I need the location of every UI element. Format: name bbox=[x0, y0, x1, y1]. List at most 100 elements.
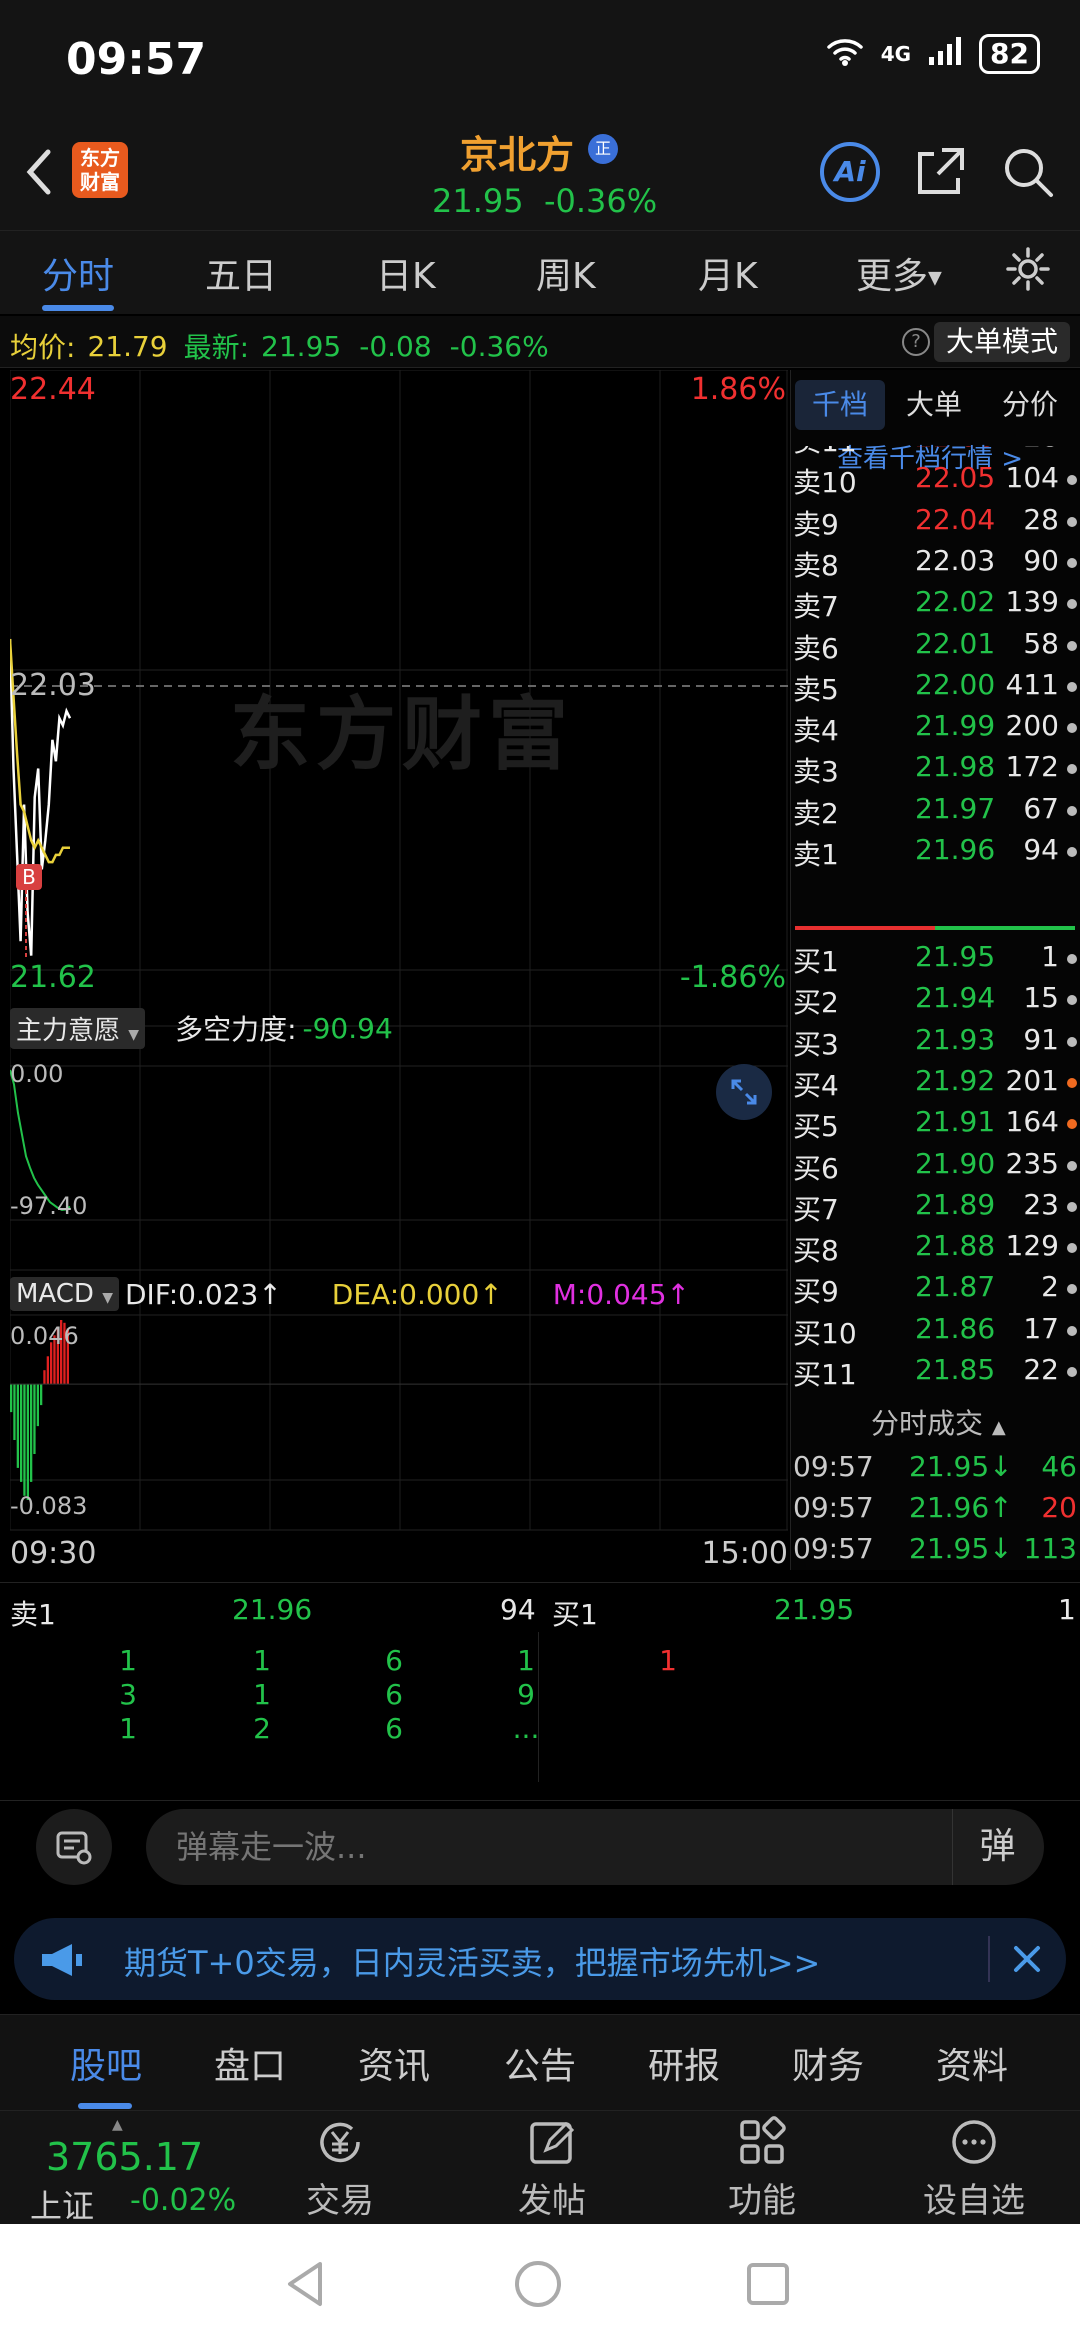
ask-row[interactable]: 卖6 22.01 58 bbox=[791, 627, 1080, 668]
trade-price: 21.96↑ bbox=[909, 1491, 1013, 1524]
ask-price: 22.04 bbox=[915, 502, 996, 536]
bid-row[interactable]: 买10 21.86 17 bbox=[791, 1312, 1080, 1353]
ask-row[interactable]: 卖2 21.97 67 bbox=[791, 792, 1080, 833]
ask-row[interactable]: 卖9 22.04 28 bbox=[791, 503, 1080, 544]
bid-row[interactable]: 买9 21.87 2 bbox=[791, 1270, 1080, 1311]
status-dot-icon bbox=[1067, 1325, 1077, 1336]
ask-price: 22.01 bbox=[915, 626, 996, 660]
search-icon[interactable] bbox=[1000, 144, 1056, 200]
nav-home-icon[interactable] bbox=[512, 2258, 564, 2314]
add-watchlist-label: 设自选 bbox=[923, 2181, 1025, 2221]
bid-price: 21.92 bbox=[915, 1063, 996, 1097]
status-bar: 09:57 4G 82 bbox=[0, 0, 1080, 110]
bid-row[interactable]: 买1 21.95 1 bbox=[791, 940, 1080, 981]
big-order-mode-button[interactable]: 大单模式 bbox=[933, 322, 1070, 362]
close-icon[interactable] bbox=[1004, 1936, 1050, 1986]
ask-row[interactable]: 卖3 21.98 172 bbox=[791, 750, 1080, 791]
help-icon[interactable]: ? bbox=[902, 328, 930, 356]
latest-label: 最新: bbox=[183, 331, 250, 364]
macd-selector[interactable]: MACD ▼ bbox=[10, 1277, 119, 1311]
status-dot-icon bbox=[1067, 434, 1077, 444]
active-info-tab-underline bbox=[78, 2103, 132, 2109]
tab-handicap[interactable]: 盘口 bbox=[214, 2037, 286, 2089]
chart-area[interactable]: 东方财富 22.44 1.86% 22.03 21.62 -1.86% B 主力… bbox=[10, 370, 788, 1571]
ask-row[interactable]: 卖7 22.02 139 bbox=[791, 585, 1080, 626]
ask-row[interactable]: 卖4 21.99 200 bbox=[791, 709, 1080, 750]
tab-month-k[interactable]: 月K bbox=[698, 247, 758, 299]
ask-price: 22.02 bbox=[915, 585, 996, 619]
danmu-send-button[interactable]: 弹 bbox=[952, 1809, 1042, 1885]
macd-bar bbox=[23, 1384, 26, 1496]
buy1-price: 21.95 bbox=[774, 1593, 855, 1626]
status-dot-icon bbox=[1067, 995, 1077, 1006]
ask-row[interactable]: 卖8 22.03 90 bbox=[791, 544, 1080, 585]
bid-row[interactable]: 买4 21.92 201 bbox=[791, 1064, 1080, 1105]
bid-row[interactable]: 买11 21.85 22 bbox=[791, 1353, 1080, 1394]
macd-dea: DEA:0.000↑ bbox=[331, 1277, 503, 1311]
sell1-price: 21.96 bbox=[232, 1593, 313, 1626]
status-icons: 4G 82 bbox=[825, 34, 1040, 74]
settings-gear-icon[interactable] bbox=[1004, 245, 1052, 297]
share-icon[interactable] bbox=[912, 144, 968, 200]
bid-level-label: 买5 bbox=[793, 1110, 839, 1144]
bid-row[interactable]: 买8 21.88 129 bbox=[791, 1229, 1080, 1270]
bid-level-label: 买4 bbox=[793, 1068, 839, 1102]
book-tab-depth[interactable]: 千档 bbox=[795, 380, 885, 430]
caret-up-icon: ▲ bbox=[112, 2117, 123, 2133]
bid-volume: 129 bbox=[1005, 1229, 1059, 1263]
ask-row[interactable]: 卖10 22.05 104 bbox=[791, 461, 1080, 502]
status-dot-icon bbox=[1067, 954, 1077, 964]
tab-day-k[interactable]: 日K bbox=[376, 247, 436, 299]
intent-selector[interactable]: 主力意愿 ▼ bbox=[10, 1007, 146, 1049]
tab-profile[interactable]: 资料 bbox=[936, 2037, 1008, 2089]
ask-row[interactable]: 卖5 22.00 411 bbox=[791, 668, 1080, 709]
promo-banner[interactable]: 期货T+0交易，日内灵活买卖，把握市场先机>> bbox=[14, 1918, 1066, 2000]
x-end-label: 15:00 bbox=[701, 1536, 788, 1571]
tab-intraday[interactable]: 分时 bbox=[42, 247, 114, 299]
danmu-settings-icon[interactable] bbox=[36, 1809, 112, 1885]
order-queue: 1 1 6 1 3 1 6 9 1 2 6... 1 bbox=[0, 1632, 1080, 1782]
bid-row[interactable]: 买7 21.89 23 bbox=[791, 1188, 1080, 1229]
book-tab-price[interactable]: 分价 bbox=[985, 380, 1075, 430]
info-tabs: 股吧 盘口 资讯 公告 研报 财务 资料 bbox=[0, 2014, 1080, 2110]
tab-announcements[interactable]: 公告 bbox=[504, 2037, 576, 2089]
bid-row[interactable]: 买3 21.93 91 bbox=[791, 1023, 1080, 1064]
caret-down-icon: ▼ bbox=[128, 1026, 140, 1043]
sell-queue-cell: ... bbox=[512, 1712, 540, 1745]
bid-row[interactable]: 买5 21.91 164 bbox=[791, 1105, 1080, 1146]
functions-button[interactable]: 功能 bbox=[682, 2111, 842, 2225]
add-watchlist-button[interactable]: 设自选 bbox=[894, 2111, 1054, 2225]
bid-row[interactable]: 买2 21.94 15 bbox=[791, 981, 1080, 1022]
danmu-input[interactable] bbox=[146, 1809, 1044, 1885]
ai-button[interactable]: Ai bbox=[820, 142, 880, 202]
bid-row[interactable]: 买6 21.90 235 bbox=[791, 1147, 1080, 1188]
ask-price: 22.03 bbox=[915, 543, 996, 577]
ask-level-label: 卖10 bbox=[793, 466, 857, 500]
bid-level-label: 买11 bbox=[793, 1358, 857, 1391]
expand-icon[interactable] bbox=[716, 1064, 772, 1120]
trade-button[interactable]: 交易 bbox=[260, 2111, 420, 2225]
ask-row[interactable]: 卖1 21.96 94 bbox=[791, 833, 1080, 874]
tab-forum[interactable]: 股吧 bbox=[70, 2037, 142, 2089]
tab-finance[interactable]: 财务 bbox=[792, 2037, 864, 2089]
tab-news[interactable]: 资讯 bbox=[358, 2037, 430, 2089]
tab-five-day[interactable]: 五日 bbox=[205, 247, 277, 299]
trade-price: 21.95↓ bbox=[909, 1450, 1013, 1483]
nav-recents-icon[interactable] bbox=[742, 2258, 794, 2314]
bid-volume: 201 bbox=[1005, 1063, 1059, 1097]
bottom-tab-bar: ▲ 3765.17 上证 -0.02% 交易 发帖 功能 设自选 bbox=[0, 2110, 1080, 2225]
ask-price: 22.05 bbox=[915, 461, 996, 495]
tab-week-k[interactable]: 周K bbox=[536, 247, 596, 299]
book-tab-big-order[interactable]: 大单 bbox=[889, 380, 979, 430]
tab-more[interactable]: 更多▼ bbox=[856, 247, 942, 299]
post-button[interactable]: 发帖 bbox=[472, 2111, 632, 2225]
index-ticker[interactable]: ▲ 3765.17 上证 -0.02% bbox=[10, 2117, 240, 2225]
sell1-vol: 94 bbox=[500, 1593, 536, 1626]
trades-title[interactable]: 分时成交 ▲ bbox=[871, 1402, 1006, 1442]
nav-back-icon[interactable] bbox=[280, 2258, 332, 2314]
wifi-icon bbox=[825, 35, 865, 74]
back-icon[interactable] bbox=[18, 142, 58, 202]
latest-value: 21.95 bbox=[261, 329, 342, 363]
sell-queue-cell: 3 bbox=[119, 1678, 137, 1711]
tab-research[interactable]: 研报 bbox=[648, 2037, 720, 2089]
